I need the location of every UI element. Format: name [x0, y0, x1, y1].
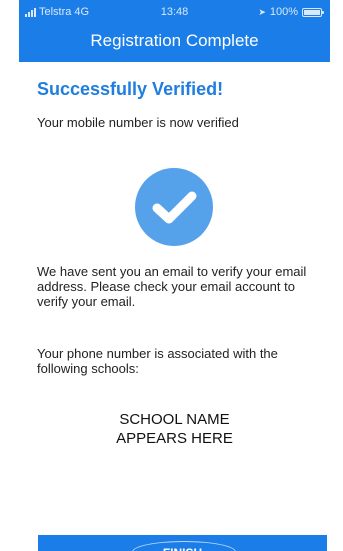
- top-bar: Telstra 4G 13:48 ➤ 100% Registration Com…: [19, 0, 330, 62]
- status-right: ➤ 100%: [258, 6, 324, 18]
- registration-complete-screen: Telstra 4G 13:48 ➤ 100% Registration Com…: [0, 0, 343, 551]
- finish-button[interactable]: FINISH: [38, 535, 327, 551]
- verified-message: Your mobile number is now verified: [37, 115, 239, 130]
- schools-message: Your phone number is associated with the…: [37, 346, 278, 376]
- checkmark-circle-icon: [135, 168, 213, 246]
- battery-icon: [302, 7, 324, 17]
- school-name: SCHOOL NAME APPEARS HERE: [116, 411, 233, 447]
- main-content: Successfully Verified! Your mobile numbe…: [19, 62, 330, 551]
- location-icon: ➤: [258, 6, 266, 17]
- success-heading: Successfully Verified!: [37, 79, 224, 99]
- finish-button-label: FINISH: [38, 535, 327, 551]
- checkmark-icon: [152, 191, 197, 224]
- email-verification-message: We have sent you an email to verify your…: [37, 264, 307, 309]
- battery-percent: 100%: [269, 6, 298, 18]
- status-bar: Telstra 4G 13:48 ➤ 100%: [19, 0, 330, 24]
- page-title: Registration Complete: [90, 31, 259, 50]
